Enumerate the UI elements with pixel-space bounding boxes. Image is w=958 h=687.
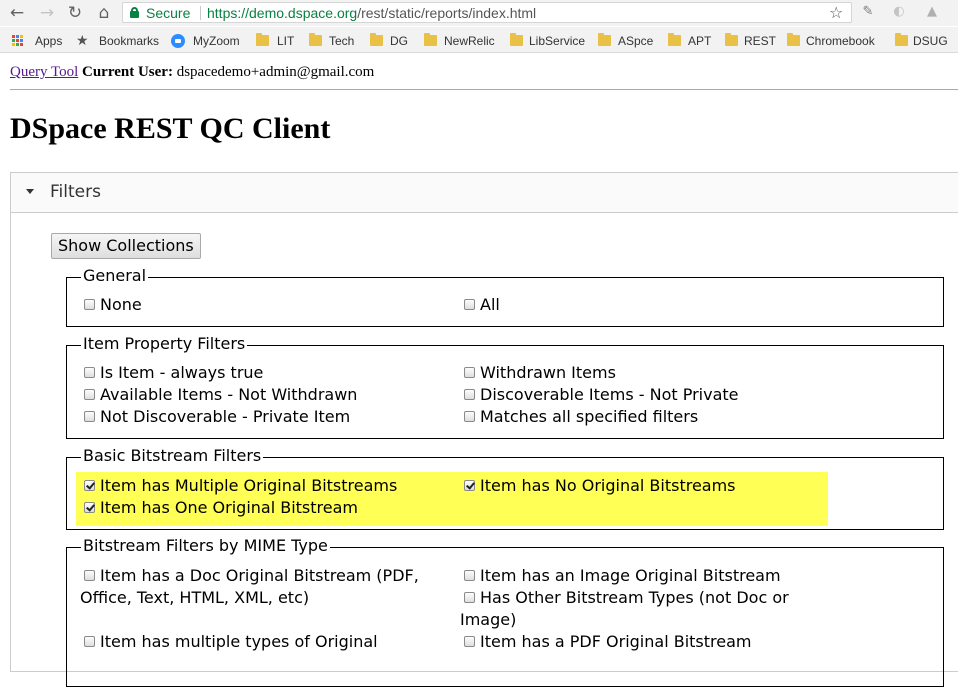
- filter-option-doc[interactable]: Item has a Doc Original Bitstream (PDF, …: [80, 565, 460, 609]
- extension-icon[interactable]: ◐: [891, 4, 907, 20]
- back-arrow-icon[interactable]: ←: [6, 2, 28, 24]
- secure-label: Secure: [146, 5, 191, 21]
- page-content: Query Tool Current User: dspacedemo+admi…: [0, 54, 958, 687]
- checkbox-checked[interactable]: [84, 480, 95, 491]
- fieldset-basic-bitstream-filters: Basic Bitstream Filters Item has Multipl…: [66, 446, 944, 530]
- checkbox[interactable]: [464, 389, 475, 400]
- checkbox-checked[interactable]: [464, 480, 475, 491]
- folder-icon: [510, 33, 523, 46]
- checkbox[interactable]: [84, 299, 95, 310]
- address-bar[interactable]: Secure https://demo.dspace.org/rest/stat…: [122, 2, 852, 23]
- checkbox[interactable]: [84, 367, 95, 378]
- folder-icon: [895, 33, 908, 46]
- zoom-icon: [171, 34, 185, 48]
- fieldset-legend: General: [81, 266, 149, 286]
- eyedropper-icon[interactable]: ✎: [860, 4, 876, 20]
- home-icon[interactable]: ⌂: [93, 2, 115, 24]
- fieldset-legend: Item Property Filters: [81, 334, 248, 354]
- checkbox-checked[interactable]: [84, 502, 95, 513]
- query-tool-link[interactable]: Query Tool: [10, 64, 78, 80]
- checkbox[interactable]: [464, 636, 475, 647]
- lock-icon: [130, 7, 139, 18]
- filter-option-no-original[interactable]: Item has No Original Bitstreams: [464, 475, 736, 497]
- folder-icon: [256, 33, 269, 46]
- checkbox[interactable]: [84, 411, 95, 422]
- folder-icon: [725, 33, 738, 46]
- caret-down-icon: [26, 189, 34, 194]
- url-text: https://demo.dspace.org/rest/static/repo…: [207, 5, 537, 21]
- filters-header-label: Filters: [50, 182, 101, 202]
- folder-icon: [424, 33, 437, 46]
- fieldset-item-property-filters: Item Property Filters Is Item - always t…: [66, 334, 944, 439]
- star-icon: ★: [76, 32, 89, 48]
- filter-option-discoverable[interactable]: Discoverable Items - Not Private: [464, 384, 739, 406]
- fieldset-legend: Bitstream Filters by MIME Type: [81, 536, 330, 556]
- checkbox[interactable]: [84, 636, 95, 647]
- filter-option-not-discoverable[interactable]: Not Discoverable - Private Item: [84, 406, 350, 428]
- divider: [10, 89, 958, 90]
- fieldset-general: General None All: [66, 266, 944, 327]
- filter-option-other-types[interactable]: Has Other Bitstream Types (not Doc or Im…: [460, 587, 845, 631]
- checkbox[interactable]: [464, 592, 475, 603]
- filter-option-multiple-original[interactable]: Item has Multiple Original Bitstreams: [84, 475, 397, 497]
- folder-icon: [370, 33, 383, 46]
- folder-icon: [598, 33, 611, 46]
- filter-option-none[interactable]: None: [84, 294, 142, 316]
- apps-grid-icon: [12, 35, 24, 47]
- filter-option-multiple-types[interactable]: Item has multiple types of Original: [84, 631, 378, 653]
- filter-option-one-original[interactable]: Item has One Original Bitstream: [84, 497, 358, 519]
- checkbox[interactable]: [464, 299, 475, 310]
- fieldset-legend: Basic Bitstream Filters: [81, 446, 264, 466]
- current-user-email: dspacedemo+admin@gmail.com: [176, 64, 375, 80]
- filters-accordion: Filters Show Collections General None Al…: [10, 172, 958, 687]
- page-title: DSpace REST QC Client: [10, 112, 331, 145]
- bookmarks-bar: Apps ★ Bookmarks MyZoom LIT Tech DG NewR…: [0, 27, 958, 53]
- current-user-label: Current User:: [82, 64, 173, 80]
- browser-toolbar: ← → ↻ ⌂ Secure https://demo.dspace.org/r…: [0, 0, 958, 26]
- filter-option-image[interactable]: Item has an Image Original Bitstream: [464, 565, 781, 587]
- filter-option-withdrawn[interactable]: Withdrawn Items: [464, 362, 616, 384]
- folder-icon: [787, 33, 800, 46]
- folder-icon: [668, 33, 681, 46]
- filter-option-all[interactable]: All: [464, 294, 500, 316]
- forward-arrow-icon[interactable]: →: [36, 2, 58, 24]
- drive-icon[interactable]: ▲: [924, 4, 940, 20]
- show-collections-button[interactable]: Show Collections: [51, 233, 201, 259]
- filter-option-available[interactable]: Available Items - Not Withdrawn: [84, 384, 357, 406]
- checkbox[interactable]: [84, 570, 95, 581]
- checkbox[interactable]: [464, 570, 475, 581]
- filter-option-pdf[interactable]: Item has a PDF Original Bitstream: [464, 631, 751, 653]
- omnibox-separator: [200, 6, 201, 20]
- checkbox[interactable]: [464, 367, 475, 378]
- user-line: Query Tool Current User: dspacedemo+admi…: [10, 64, 374, 81]
- reload-icon[interactable]: ↻: [64, 2, 86, 24]
- checkbox[interactable]: [464, 411, 475, 422]
- fieldset-mime-type-filters: Bitstream Filters by MIME Type Item has …: [66, 536, 944, 687]
- filter-option-matches-all[interactable]: Matches all specified filters: [464, 406, 698, 428]
- filter-option-is-item[interactable]: Is Item - always true: [84, 362, 263, 384]
- checkbox[interactable]: [84, 389, 95, 400]
- bookmark-star-icon[interactable]: ☆: [829, 3, 843, 22]
- filters-accordion-header[interactable]: Filters: [11, 173, 958, 213]
- folder-icon: [309, 33, 322, 46]
